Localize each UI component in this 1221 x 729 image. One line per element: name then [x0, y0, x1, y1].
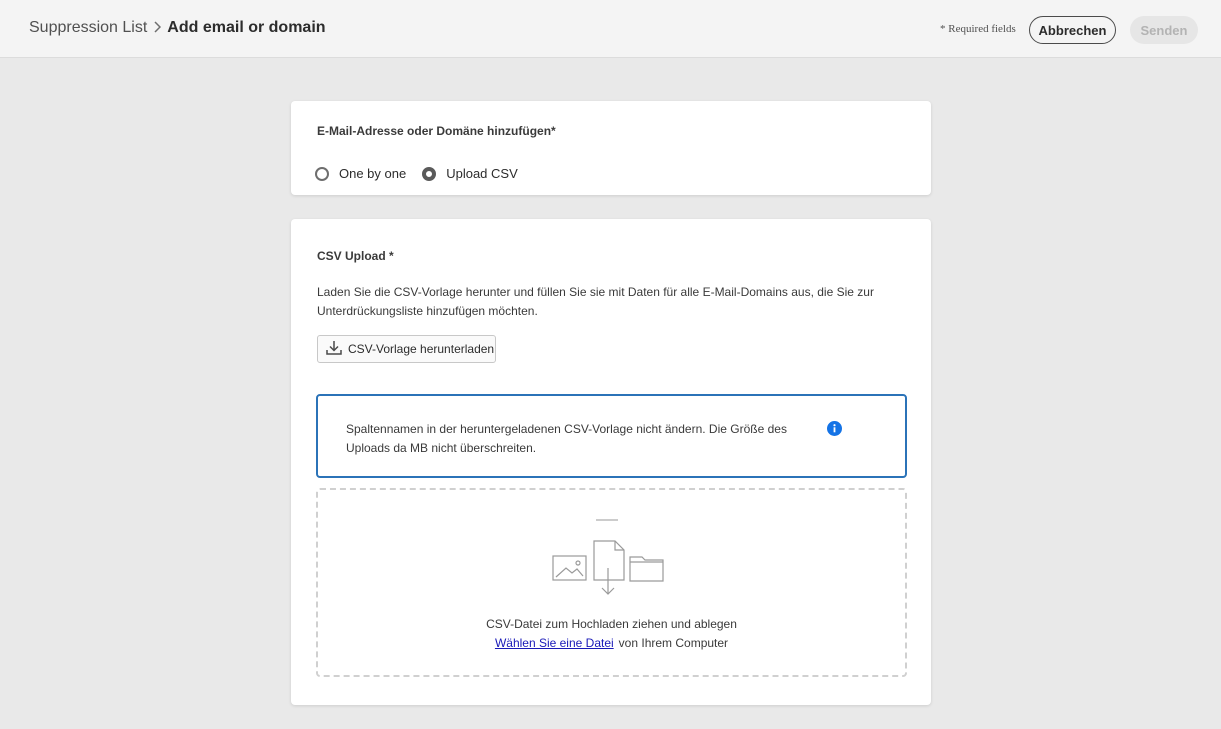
radio-one-by-one[interactable]: One by one	[315, 166, 406, 181]
from-computer-text: von Ihrem Computer	[618, 636, 729, 650]
page-title: Add email or domain	[167, 19, 326, 36]
radio-upload-csv-circle[interactable]	[422, 166, 437, 181]
choose-file-link[interactable]: Wählen Sie eine Datei	[495, 636, 614, 650]
send-button[interactable]: Senden	[1130, 16, 1198, 44]
info-icon[interactable]	[827, 421, 842, 441]
upload-illustration-icon	[552, 518, 666, 603]
file-dropzone[interactable]: CSV-Datei zum Hochladen ziehen und ableg…	[316, 488, 907, 677]
breadcrumb-parent-link[interactable]: Suppression List	[29, 19, 147, 37]
download-template-button[interactable]: CSV-Vorlage herunterladen	[317, 335, 496, 363]
csv-upload-label: CSV Upload *	[317, 249, 394, 263]
radio-one-by-one-label[interactable]: One by one	[339, 166, 406, 181]
entry-type-radio-group: One by one Upload CSV	[315, 166, 534, 181]
dropzone-instruction: CSV-Datei zum Hochladen ziehen und ableg…	[486, 617, 737, 631]
required-fields-note: * Required fields	[940, 23, 1016, 35]
top-bar: Suppression List Add email or domain * R…	[0, 0, 1221, 58]
download-icon	[326, 340, 348, 358]
radio-upload-csv[interactable]: Upload CSV	[422, 166, 518, 181]
cancel-button[interactable]: Abbrechen	[1029, 16, 1116, 44]
radio-one-by-one-circle[interactable]	[315, 166, 329, 181]
csv-upload-description: Laden Sie die CSV-Vorlage herunter und f…	[317, 285, 874, 318]
info-message-box: Spaltennamen in der heruntergeladenen CS…	[316, 394, 907, 478]
download-template-label: CSV-Vorlage herunterladen	[348, 342, 495, 356]
breadcrumb: Suppression List Add email or domain	[29, 18, 326, 38]
dropzone-choose-row: Wählen Sie eine Datei von Ihrem Computer	[318, 636, 905, 650]
radio-upload-csv-label[interactable]: Upload CSV	[446, 166, 518, 181]
info-message-text: Spaltennamen in der heruntergeladenen CS…	[346, 422, 787, 455]
entry-type-label: E-Mail-Adresse oder Domäne hinzufügen*	[317, 124, 556, 138]
chevron-right-icon	[147, 20, 167, 36]
